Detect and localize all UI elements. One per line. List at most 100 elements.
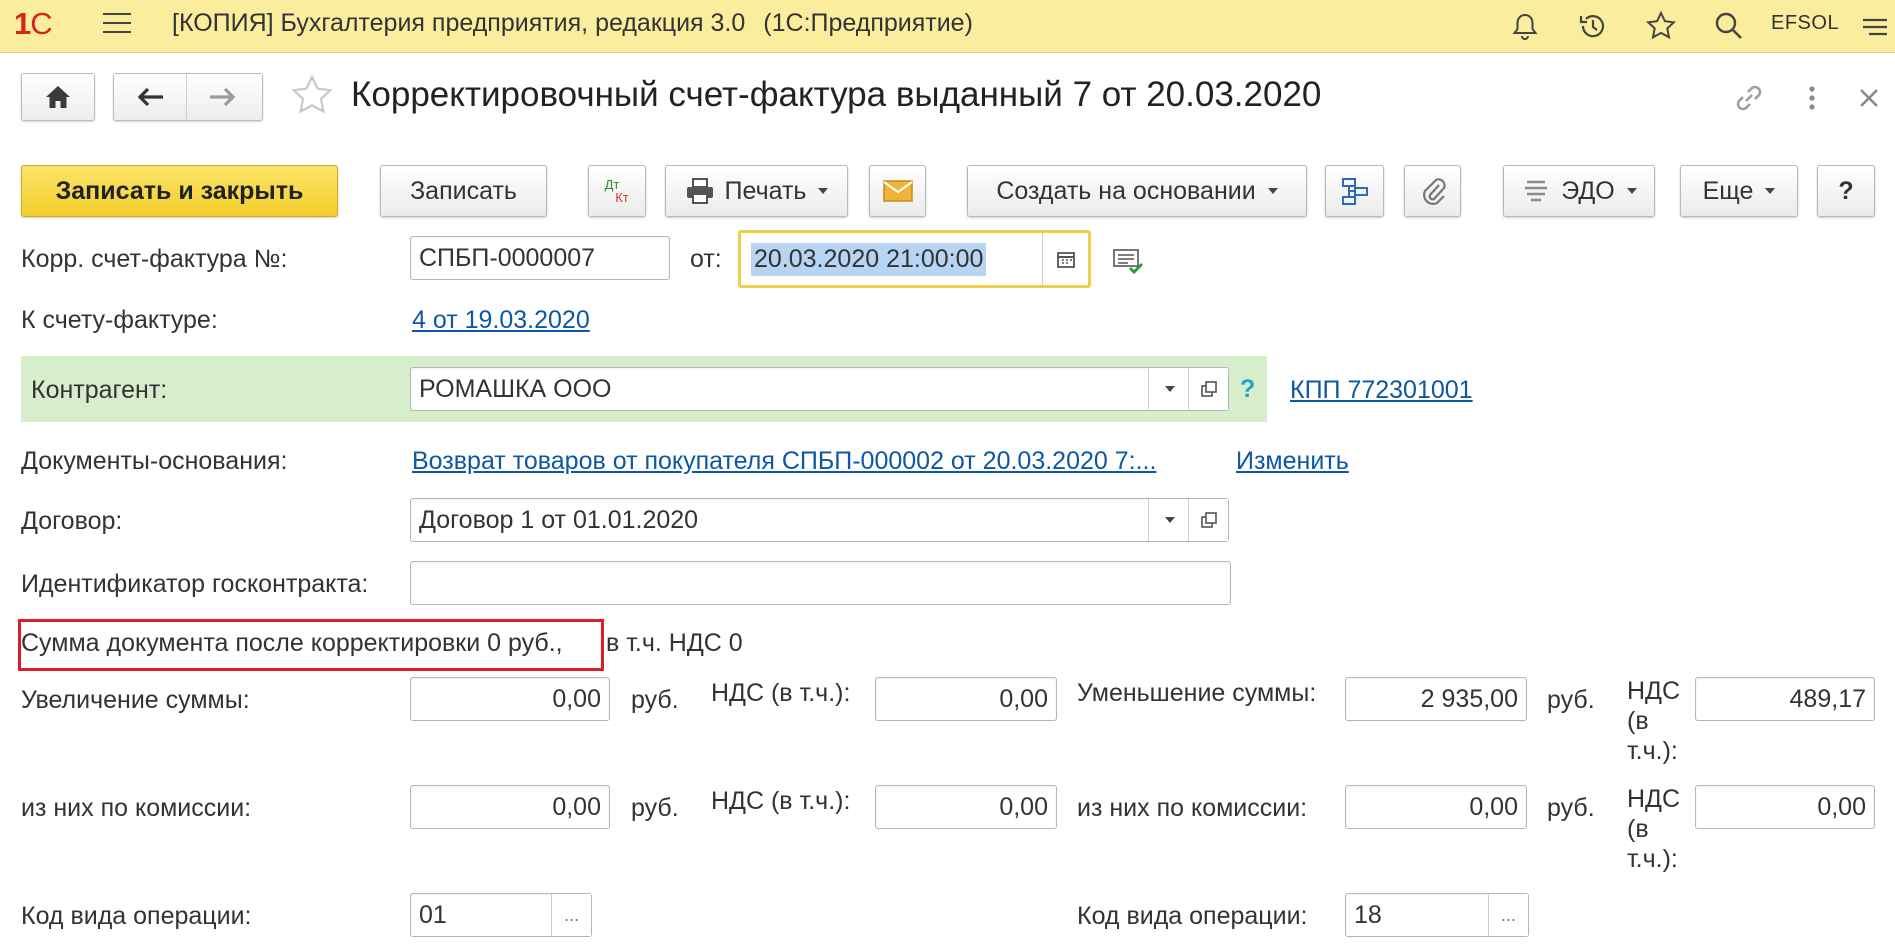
counterparty-value: РОМАШКА ООО: [419, 374, 612, 403]
base-docs-link[interactable]: Возврат товаров от покупателя СПБП-00000…: [412, 447, 1156, 476]
more-actions-label: Еще: [1702, 176, 1754, 205]
op-code-right-value: 18: [1354, 900, 1382, 929]
envelope-icon: [882, 180, 913, 202]
edo-button[interactable]: ЭДО: [1503, 165, 1655, 217]
date-value[interactable]: 20.03.2020 21:00:00: [751, 243, 987, 276]
from-label: от:: [690, 245, 722, 273]
dt-kt-icon-bottom: Кт: [615, 190, 629, 205]
increase-vat-field[interactable]: 0,00: [875, 677, 1057, 721]
user-name[interactable]: EFSOL: [1771, 12, 1839, 35]
logo-letter: С: [30, 6, 52, 41]
decrease-rub-label: руб.: [1547, 686, 1595, 714]
bell-icon[interactable]: [1505, 6, 1545, 46]
back-arrow-icon[interactable]: [114, 74, 186, 120]
increase-amount-field[interactable]: 0,00: [410, 677, 610, 721]
date-field[interactable]: 20.03.2020 21:00:00: [738, 230, 1091, 288]
posted-status-icon[interactable]: [1113, 248, 1145, 281]
commission-dec-vat-field[interactable]: 0,00: [1695, 785, 1875, 829]
home-button[interactable]: [21, 73, 95, 121]
create-based-on-button[interactable]: Создать на основании: [967, 165, 1307, 217]
paperclip-icon: [1422, 178, 1446, 205]
op-code-left-field[interactable]: 01 ...: [410, 893, 592, 937]
counterparty-label: Контрагент:: [31, 376, 168, 404]
commission-dec-amount-field[interactable]: 0,00: [1345, 785, 1527, 829]
commission-inc-amount-field[interactable]: 0,00: [410, 785, 610, 829]
contract-dropdown-icon[interactable]: [1148, 499, 1188, 541]
save-button[interactable]: Записать: [380, 165, 547, 217]
menu-icon[interactable]: [1858, 6, 1892, 46]
send-email-button[interactable]: [869, 165, 926, 217]
link-icon[interactable]: [1729, 78, 1769, 118]
forward-arrow-icon[interactable]: [186, 74, 258, 120]
op-code-left-value: 01: [419, 900, 447, 929]
commission-dec-label: из них по комиссии:: [1077, 794, 1308, 822]
op-code-right-select-button[interactable]: ...: [1488, 894, 1528, 936]
structure-button[interactable]: [1325, 165, 1384, 217]
vat-label-line: т.ч.):: [1627, 845, 1678, 873]
change-base-docs-link[interactable]: Изменить: [1236, 447, 1349, 476]
more-actions-button[interactable]: Еще: [1680, 165, 1798, 217]
vat-label-line: (в: [1627, 815, 1649, 843]
vat-label-line: т.ч.):: [1627, 737, 1678, 765]
printer-icon: [686, 178, 713, 204]
contract-open-icon[interactable]: [1188, 499, 1228, 541]
structure-icon: [1341, 178, 1368, 205]
op-code-left-label: Код вида операции:: [21, 902, 252, 930]
kpp-link[interactable]: КПП 772301001: [1290, 376, 1473, 405]
op-code-right-label: Код вида операции:: [1077, 902, 1308, 930]
contract-label: Договор:: [21, 507, 123, 535]
corr-invoice-label: Корр. счет-фактура №:: [21, 245, 288, 273]
vat-label-line: НДС: [1627, 677, 1681, 705]
print-button[interactable]: Печать: [665, 165, 848, 217]
save-and-close-button[interactable]: Записать и закрыть: [21, 165, 338, 217]
commission-inc-label: из них по комиссии:: [21, 794, 252, 822]
commission-dec-rub-label: руб.: [1547, 794, 1595, 822]
vat-label-line: НДС: [1627, 785, 1681, 813]
decrease-label: Уменьшение суммы:: [1077, 679, 1317, 707]
platform-name: (1С:Предприятие): [763, 9, 973, 37]
edo-label: ЭДО: [1561, 176, 1615, 205]
counterparty-help-icon[interactable]: ?: [1240, 375, 1255, 404]
counterparty-field[interactable]: РОМАШКА ООО: [410, 367, 1229, 411]
to-invoice-label: К счету-фактуре:: [21, 306, 218, 334]
corr-invoice-number-field[interactable]: СПБП-0000007: [410, 236, 670, 280]
top-bar: 1С [КОПИЯ] Бухгалтерия предприятия, реда…: [0, 0, 1895, 53]
app-title-text: [КОПИЯ] Бухгалтерия предприятия, редакци…: [172, 9, 746, 37]
page-title: Корректировочный счет-фактура выданный 7…: [351, 75, 1322, 114]
to-invoice-link[interactable]: 4 от 19.03.2020: [412, 306, 590, 335]
calendar-icon[interactable]: [1042, 233, 1088, 285]
op-code-left-select-button[interactable]: ...: [551, 894, 591, 936]
dt-kt-button[interactable]: Дт Кт: [588, 165, 646, 217]
home-icon[interactable]: [22, 74, 94, 120]
contract-value: Договор 1 от 01.01.2020: [419, 505, 699, 534]
base-docs-label: Документы-основания:: [21, 447, 288, 475]
attach-button[interactable]: [1404, 165, 1461, 217]
increase-rub-label: руб.: [631, 686, 679, 714]
vat-label-line: (в: [1627, 707, 1649, 735]
search-icon[interactable]: [1709, 6, 1749, 46]
favorite-star-icon[interactable]: [288, 72, 336, 120]
decrease-amount-field[interactable]: 2 935,00: [1345, 677, 1527, 721]
increase-vat-label: НДС (в т.ч.):: [711, 679, 851, 707]
history-icon[interactable]: [1573, 6, 1613, 46]
logo-digit: 1: [14, 6, 31, 41]
decrease-vat-field[interactable]: 489,17: [1695, 677, 1875, 721]
commission-inc-vat-field[interactable]: 0,00: [875, 785, 1057, 829]
commission-inc-vat-label: НДС (в т.ч.):: [711, 787, 851, 815]
gov-contract-label: Идентификатор госконтракта:: [21, 570, 369, 598]
close-icon[interactable]: [1849, 78, 1889, 118]
hamburger-menu-icon[interactable]: [103, 13, 131, 35]
edo-icon: [1525, 180, 1548, 202]
op-code-right-field[interactable]: 18 ...: [1345, 893, 1529, 937]
star-icon[interactable]: [1641, 6, 1681, 46]
counterparty-dropdown-icon[interactable]: [1148, 368, 1188, 410]
app-title: [КОПИЯ] Бухгалтерия предприятия, редакци…: [172, 9, 973, 38]
help-button[interactable]: ?: [1817, 165, 1875, 217]
contract-field[interactable]: Договор 1 от 01.01.2020: [410, 498, 1229, 542]
counterparty-open-icon[interactable]: [1188, 368, 1228, 410]
commission-inc-rub-label: руб.: [631, 794, 679, 822]
history-nav-buttons: [113, 73, 263, 121]
gov-contract-field[interactable]: [410, 561, 1231, 605]
more-icon[interactable]: [1792, 78, 1832, 118]
1c-logo[interactable]: 1С: [14, 6, 53, 42]
